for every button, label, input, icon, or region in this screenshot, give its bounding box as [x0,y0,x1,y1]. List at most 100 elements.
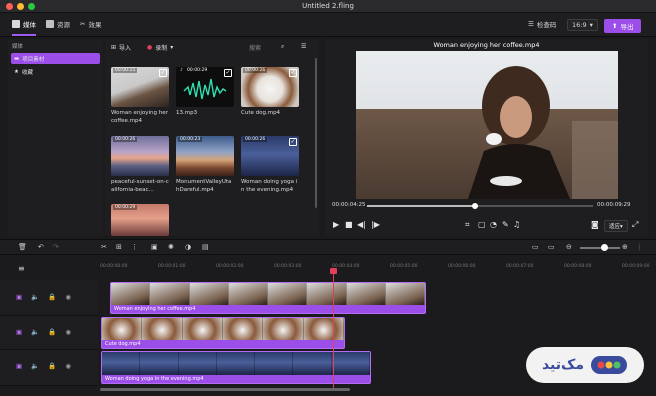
detach-audio-icon[interactable]: ▤ [202,243,209,251]
video-track-icon: ▣ [16,293,23,301]
media-scrollbar[interactable] [315,58,317,208]
clip-name: Woman enjoying her coffee.mp4 [114,306,196,312]
video-thumbnail: 00:00:29 [111,204,169,236]
media-item[interactable]: 00:00:29 [111,204,169,236]
mute-icon[interactable]: 🔈 [31,328,39,336]
lock-icon[interactable]: 🔒 [48,293,56,301]
watermark-logo-icon [591,356,628,374]
freeze-icon[interactable]: ⋮ [131,243,138,251]
timeline-scrollbar[interactable] [100,388,350,391]
timeline-ruler[interactable]: 00:00:00:00 00:00:01:00 00:00:02:00 00:00:0… [100,263,656,273]
preview-progress-fill [367,205,476,207]
tab-resources-label: 资源 [57,21,70,29]
audio-thumbnail: ♪ 00:00:29 ✓ [176,67,234,107]
redo-icon[interactable]: ↷ [53,243,59,251]
color-icon[interactable]: ✎ [502,220,509,229]
window-title: Untitled 2.fling [302,2,354,10]
fit-icon[interactable]: ▭ [548,243,555,251]
timeline-clip-coffee[interactable]: Woman enjoying her coffee.mp4 [110,282,426,314]
search-icon[interactable]: ⌕ [281,43,284,51]
split-icon[interactable]: ✂ [101,243,107,251]
tab-resources[interactable]: 资源 [46,19,70,29]
record-button[interactable]: ● 录制 ▾ [147,43,173,52]
zoom-in-icon[interactable]: ⊕ [622,243,628,251]
play-icon[interactable]: ▶ [333,220,339,229]
video-thumbnail: 00:00:15 ✓ [111,67,169,107]
export-icon: ⬆ [612,22,618,30]
tab-media[interactable]: 媒体 [12,19,36,36]
mute-icon[interactable]: 🔈 [31,362,39,370]
zoom-out-icon[interactable]: ⊖ [566,243,572,251]
track-header-1: ▣ 🔈 🔒 ◉ [0,280,98,316]
menu-icon[interactable]: ☰ [301,43,306,50]
preview-video[interactable] [356,51,618,199]
clip-name: Woman doing yoga in the evening.mp4 [105,376,204,382]
duration-label: 00:00:26 [243,137,268,142]
next-frame-icon[interactable]: |▶ [371,220,380,229]
aspect-ratio-select[interactable]: 16:9 ▾ [567,19,598,31]
lock-icon[interactable]: 🔒 [48,328,56,336]
undo-icon[interactable]: ↶ [38,243,44,251]
snapshot-icon[interactable]: ▢ [478,220,486,229]
speed-clip-icon[interactable]: ✺ [168,243,174,251]
ruler-tick-label: 00:00:07:00 [506,264,534,269]
media-library: ⊞ 导入 ● 录制 ▾ 搜索 ⌕ ☰ 00:00:15 ✓ Woman enjo… [105,39,319,236]
media-item[interactable]: 00:00:26 ✓ Woman doing yoga in the eveni… [241,136,299,194]
zoom-slider[interactable] [580,247,620,249]
effects-icon: ✂ [80,20,86,28]
crop-icon[interactable]: ⌗ [465,220,470,230]
color-clip-icon[interactable]: ◑ [185,243,191,251]
timeline-clip-dog[interactable]: Cute dog.mp4 [101,317,345,349]
tab-effects-label: 效果 [88,21,102,29]
delete-icon[interactable]: 🗑 [18,243,27,251]
tab-effects[interactable]: ✂ 效果 [80,19,101,29]
previous-frame-icon[interactable]: ◀| [357,220,366,229]
playhead[interactable] [333,268,334,388]
camera-icon[interactable]: ◙ [591,220,599,229]
stop-icon[interactable]: ■ [345,220,353,229]
preview-progress-handle[interactable] [472,203,479,209]
media-item[interactable]: 00:00:26 peaceful-sunset-on-california-b… [111,136,169,194]
media-item-name: Cute dog.mp4 [241,110,281,116]
speed-icon[interactable]: ◔ [490,220,497,229]
media-item[interactable]: 00:00:15 ✓ Woman enjoying her coffee.mp4 [111,67,169,125]
add-track-icon[interactable]: ≡ [18,264,25,273]
search-input[interactable]: 搜索 [249,43,261,52]
media-item[interactable]: 00:00:23 MonumentValleyUtahDareful.mp4 [176,136,234,194]
sidebar-item-label: 项目素材 [22,56,45,63]
media-icon [12,20,20,28]
top-toolbar: 媒体 资源 ✂ 效果 ☰ 检查码 16:9 ▾ ⬆ 导出 [0,13,656,37]
preview-progress-bar[interactable] [367,203,593,209]
preview-title: Woman enjoying her coffee.mp4 [433,41,540,49]
timeline-clip-yoga[interactable]: Woman doing yoga in the evening.mp4 [101,351,371,384]
video-thumbnail: 00:00:26 [111,136,169,176]
mute-icon[interactable]: 🔈 [31,293,39,301]
quality-select[interactable]: 适应▾ [604,220,628,232]
waveform-icon [183,78,227,100]
media-item[interactable]: 00:00:26 ✓ Cute dog.mp4 [241,67,299,118]
export-button[interactable]: ⬆ 导出 [604,19,642,33]
clip-name: Cute dog.mp4 [105,341,141,347]
eye-icon[interactable]: ◉ [65,328,71,336]
track-header-2: ▣ 🔈 🔒 ◉ [0,316,98,350]
sidebar-item-favorites[interactable]: ★ 收藏 [11,66,100,77]
crop-clip-icon[interactable]: ▣ [151,243,158,251]
media-item[interactable]: ♪ 00:00:29 ✓ 13.mp3 [176,67,234,118]
audio-icon[interactable]: ♫ [513,220,520,229]
activate-button[interactable]: ☰ 检查码 [528,19,556,29]
sidebar-item-project-media[interactable]: ▬ 项目素材 [11,53,100,64]
eye-icon[interactable]: ◉ [65,293,71,301]
eye-icon[interactable]: ◉ [65,362,71,370]
marker-icon[interactable]: ▭ [532,243,539,251]
lock-icon[interactable]: 🔒 [48,362,56,370]
group-icon[interactable]: ⊞ [116,243,122,251]
sidebar-item-label: 收藏 [21,69,33,76]
chevron-down-icon: ▾ [170,44,174,51]
zoom-slider-handle[interactable] [601,244,608,251]
fullscreen-icon[interactable]: ⤢ [632,220,638,230]
video-track-icon: ▣ [16,328,23,336]
import-button[interactable]: ⊞ 导入 [111,43,131,52]
record-label: 录制 [155,45,168,52]
activate-label: 检查码 [536,21,557,29]
checkmark-icon: ✓ [289,138,297,146]
